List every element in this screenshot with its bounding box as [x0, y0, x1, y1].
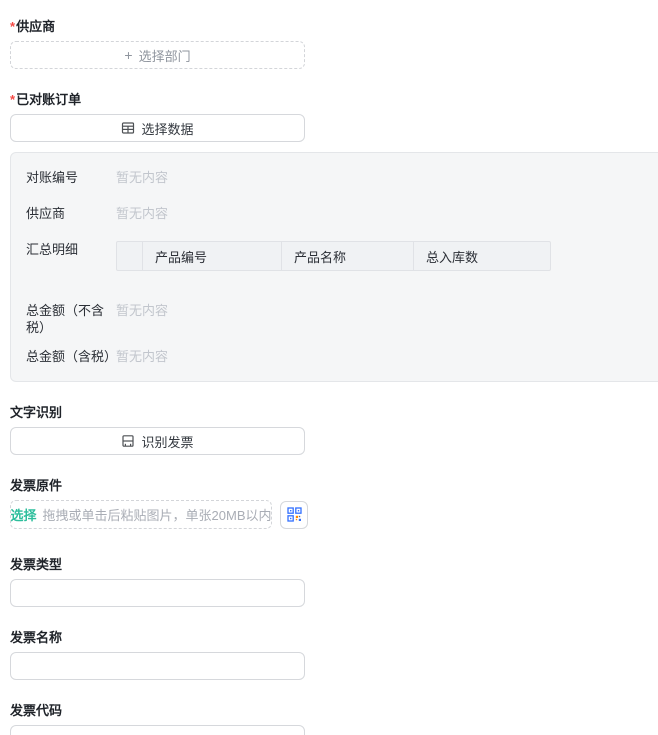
database-table-icon	[121, 121, 135, 135]
upload-hint-text: 拖拽或单击后粘贴图片，单张20MB以内	[42, 508, 272, 523]
invoice-name-label: 发票名称	[10, 630, 63, 645]
recognize-invoice-button[interactable]: 识别发票	[10, 427, 305, 455]
detail-table: 产品编号 产品名称 总入库数	[116, 241, 551, 271]
invoice-original-label: 发票原件	[10, 478, 63, 493]
upload-select-link[interactable]: 选择	[11, 505, 37, 524]
supplier-readonly-label: 供应商	[26, 206, 66, 221]
scan-qr-button[interactable]	[280, 500, 308, 529]
required-asterisk: *	[10, 19, 16, 34]
table-header-product-name: 产品名称	[282, 242, 414, 270]
invoice-code-input[interactable]	[10, 725, 305, 735]
recognize-invoice-label: 识别发票	[141, 434, 194, 450]
amount-excl-tax-label: 总金额（不含税）	[26, 303, 105, 335]
required-asterisk: *	[10, 92, 16, 107]
recon-number-value: 暂无内容	[116, 170, 169, 185]
plus-icon: +	[124, 47, 133, 63]
qr-code-icon	[286, 507, 302, 522]
detail-label: 汇总明细	[26, 242, 79, 257]
amount-excl-tax-row: 总金额（不含税） 暂无内容	[26, 302, 658, 336]
supplier-label: * 供应商	[10, 19, 56, 34]
invoice-code-label: 发票代码	[10, 703, 63, 718]
invoice-receipt-icon	[121, 434, 135, 448]
select-department-button[interactable]: + 选择部门	[10, 41, 305, 69]
amount-incl-tax-row: 总金额（含税） 暂无内容	[26, 348, 658, 365]
recon-number-label: 对账编号	[26, 170, 79, 185]
invoice-form: * 供应商 + 选择部门 * 已对账订单 选择数据 对账编号 暂无内容 供应商 …	[0, 0, 658, 735]
amount-incl-tax-value: 暂无内容	[116, 349, 169, 364]
select-data-button[interactable]: 选择数据	[10, 114, 305, 142]
invoice-upload-dropzone[interactable]: 选择 拖拽或单击后粘贴图片，单张20MB以内	[10, 500, 272, 529]
table-header-total-inbound: 总入库数	[426, 249, 479, 265]
reconciled-order-label: * 已对账订单	[10, 92, 82, 107]
summary-detail-row: 汇总明细 产品编号 产品名称 总入库数	[26, 241, 658, 271]
invoice-type-input[interactable]	[10, 579, 305, 607]
select-department-label: 选择部门	[138, 48, 191, 64]
reconciliation-summary-panel: 对账编号 暂无内容 供应商 暂无内容 汇总明细 产品编号 产品名称 总入库数 总…	[10, 152, 658, 382]
amount-excl-tax-value: 暂无内容	[116, 303, 169, 318]
summary-row: 对账编号 暂无内容	[26, 169, 658, 186]
invoice-name-input[interactable]	[10, 652, 305, 680]
invoice-upload-row: 选择 拖拽或单击后粘贴图片，单张20MB以内	[10, 500, 658, 529]
table-checkbox-column	[117, 242, 143, 270]
summary-row: 供应商 暂无内容	[26, 205, 658, 222]
supplier-readonly-value: 暂无内容	[116, 206, 169, 221]
amount-incl-tax-label: 总金额（含税）	[26, 349, 118, 364]
table-header-product-number: 产品编号	[143, 242, 282, 270]
ocr-label: 文字识别	[10, 405, 63, 420]
select-data-label: 选择数据	[141, 121, 194, 137]
invoice-type-label: 发票类型	[10, 557, 63, 572]
